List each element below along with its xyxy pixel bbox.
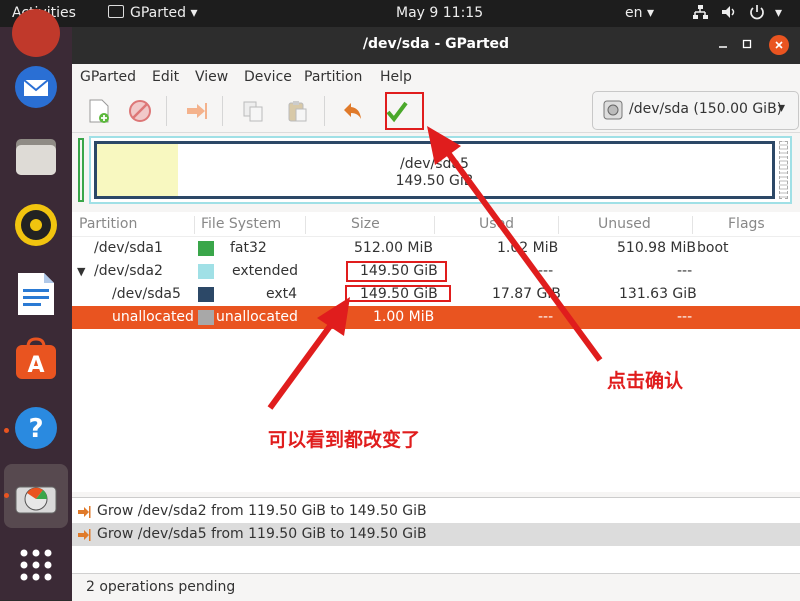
arrow-to-size-cells <box>267 297 350 410</box>
changed-annotation: 可以看到都改变了 <box>268 429 421 451</box>
annotation-arrows <box>267 126 603 410</box>
arrow-to-apply-button <box>427 126 603 362</box>
confirm-annotation: 点击确认 <box>607 370 684 392</box>
